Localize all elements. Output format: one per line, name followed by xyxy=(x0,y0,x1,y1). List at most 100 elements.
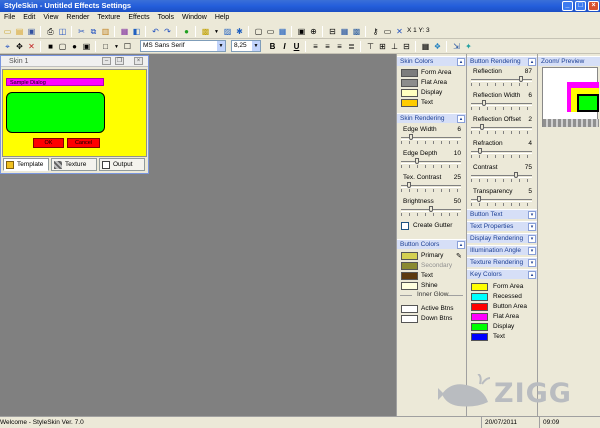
new-icon[interactable]: ▭ xyxy=(2,26,13,37)
font-size-select[interactable]: 8,25 ▼ xyxy=(231,40,261,52)
slider-thumb[interactable] xyxy=(406,182,411,188)
align-right-icon[interactable]: ≡ xyxy=(334,41,345,52)
collapse-icon[interactable]: ▴ xyxy=(457,58,465,66)
grid-icon[interactable]: ▦ xyxy=(119,26,130,37)
collapse-icon[interactable]: ▴ xyxy=(528,58,536,66)
collapsed-panel-header[interactable]: Display Rendering ▾ xyxy=(467,233,537,243)
font-name-select[interactable]: MS Sans Serif ▼ xyxy=(140,40,226,52)
color-swatch[interactable] xyxy=(471,283,488,291)
mask-icon[interactable]: ▩ xyxy=(351,26,362,37)
image-icon[interactable]: ▣ xyxy=(296,26,307,37)
panel-icon[interactable]: ▭ xyxy=(265,26,276,37)
bold-button[interactable]: B xyxy=(267,41,278,52)
color-swatch[interactable] xyxy=(401,315,418,323)
distribute-icon[interactable]: ⊟ xyxy=(401,41,412,52)
chevron-down-icon[interactable]: ▼ xyxy=(252,41,260,51)
collapsed-panel-header[interactable]: Text Properties ▾ xyxy=(467,221,537,231)
pointer-icon[interactable]: ✕ xyxy=(394,26,405,37)
delete-icon[interactable]: ✕ xyxy=(26,41,37,52)
paste-icon[interactable]: ▥ xyxy=(100,26,111,37)
texture-icon[interactable]: ▨ xyxy=(222,26,233,37)
layers-icon[interactable]: ◧ xyxy=(131,26,142,37)
expand-icon[interactable]: ▾ xyxy=(528,211,536,219)
menu-texture[interactable]: Texture xyxy=(93,12,124,24)
justify-icon[interactable]: ≣ xyxy=(346,41,357,52)
collapse-icon[interactable]: ▴ xyxy=(528,271,536,279)
skin-restore-button[interactable]: ❐ xyxy=(115,57,124,65)
expand-icon[interactable]: ▾ xyxy=(528,259,536,267)
skin-colors-header[interactable]: Skin Colors ▴ xyxy=(397,56,466,66)
color-swatch[interactable] xyxy=(401,89,418,97)
ellipse-shape-icon[interactable]: ● xyxy=(69,41,80,52)
color-swatch[interactable] xyxy=(471,333,488,341)
move-icon[interactable]: ✥ xyxy=(14,41,25,52)
tab-output[interactable]: Output xyxy=(99,158,145,171)
collapsed-panel-header[interactable]: Button Text ▾ xyxy=(467,209,537,219)
collapsed-panel-header[interactable]: Illumination Angle ▾ xyxy=(467,245,537,255)
zoom-preview-canvas[interactable] xyxy=(542,67,599,127)
key-icon[interactable]: ⚷ xyxy=(370,26,381,37)
collapsed-panel-header[interactable]: Texture Rendering ▾ xyxy=(467,257,537,267)
color-picker-icon[interactable]: ▩ xyxy=(200,26,211,37)
button-colors-header[interactable]: Button Colors ▴ xyxy=(397,239,466,249)
resize-icon[interactable]: ⇲ xyxy=(451,41,462,52)
tab-template[interactable]: Template xyxy=(3,158,49,171)
color-swatch[interactable] xyxy=(471,303,488,311)
italic-button[interactable]: I xyxy=(279,41,290,52)
table-icon[interactable]: ▦ xyxy=(339,26,350,37)
save-icon[interactable]: ▣ xyxy=(26,26,37,37)
rect-shape-icon[interactable]: ■ xyxy=(45,41,56,52)
slider-track[interactable] xyxy=(401,161,461,164)
color-swatch[interactable] xyxy=(401,272,418,280)
underline-button[interactable]: U xyxy=(291,41,302,52)
frame-icon[interactable]: ▢ xyxy=(253,26,264,37)
color-swatch[interactable] xyxy=(401,79,418,87)
redo-icon[interactable]: ↷ xyxy=(162,26,173,37)
expand-icon[interactable]: ▾ xyxy=(528,247,536,255)
render-icon[interactable]: ● xyxy=(181,26,192,37)
slider-track[interactable] xyxy=(471,103,532,106)
slider-thumb[interactable] xyxy=(415,158,419,164)
close-button[interactable]: × xyxy=(588,1,599,11)
expand-icon[interactable]: ▾ xyxy=(528,235,536,243)
zoom-in-icon[interactable]: ⊕ xyxy=(308,26,319,37)
menu-tools[interactable]: Tools xyxy=(154,12,178,24)
valign-bottom-icon[interactable]: ⊥ xyxy=(389,41,400,52)
dropdown-arrow-icon[interactable]: ▼ xyxy=(211,26,222,37)
color-swatch[interactable] xyxy=(401,282,418,290)
rounded-shape-icon[interactable]: ▢ xyxy=(57,41,68,52)
print-icon[interactable]: ⎙ xyxy=(45,26,56,37)
fill-shape-icon[interactable]: ▣ xyxy=(81,41,92,52)
preview-icon[interactable]: ◫ xyxy=(57,26,68,37)
button-rendering-header[interactable]: Button Rendering ▴ xyxy=(467,56,537,66)
menu-view[interactable]: View xyxy=(39,12,62,24)
color-swatch[interactable] xyxy=(401,305,418,313)
skin-rendering-header[interactable]: Skin Rendering ▴ xyxy=(397,113,466,123)
tab-texture[interactable]: Texture xyxy=(51,158,97,171)
skin-window-titlebar[interactable]: Skin 1 – ❐ × xyxy=(1,56,148,67)
valign-top-icon[interactable]: ⊤ xyxy=(365,41,376,52)
expand-icon[interactable]: ▾ xyxy=(528,223,536,231)
collapse-icon[interactable]: ▴ xyxy=(457,241,465,249)
collapse-icon[interactable]: ▴ xyxy=(457,115,465,123)
color-swatch[interactable] xyxy=(401,69,418,77)
effects-icon[interactable]: ✱ xyxy=(234,26,245,37)
menu-edit[interactable]: Edit xyxy=(19,12,39,24)
color-swatch[interactable] xyxy=(471,313,488,321)
align-center-icon[interactable]: ≡ xyxy=(322,41,333,52)
slider-thumb[interactable] xyxy=(513,172,518,178)
snap-icon[interactable]: ❖ xyxy=(432,41,443,52)
skin-minimize-button[interactable]: – xyxy=(102,57,111,65)
align-left-icon[interactable]: ≡ xyxy=(310,41,321,52)
minimize-button[interactable]: _ xyxy=(562,1,573,11)
chevron-down-icon[interactable]: ▼ xyxy=(217,41,225,51)
pencil-icon[interactable]: ✎ xyxy=(456,252,462,260)
slider-track[interactable] xyxy=(471,175,532,178)
color-swatch[interactable] xyxy=(401,252,418,260)
split-icon[interactable]: ⊟ xyxy=(327,26,338,37)
menu-file[interactable]: File xyxy=(0,12,19,24)
tile-icon[interactable]: ▦ xyxy=(277,26,288,37)
color-swatch[interactable] xyxy=(471,323,488,331)
color-swatch[interactable] xyxy=(401,262,418,270)
copy-icon[interactable]: ⧉ xyxy=(88,26,99,37)
